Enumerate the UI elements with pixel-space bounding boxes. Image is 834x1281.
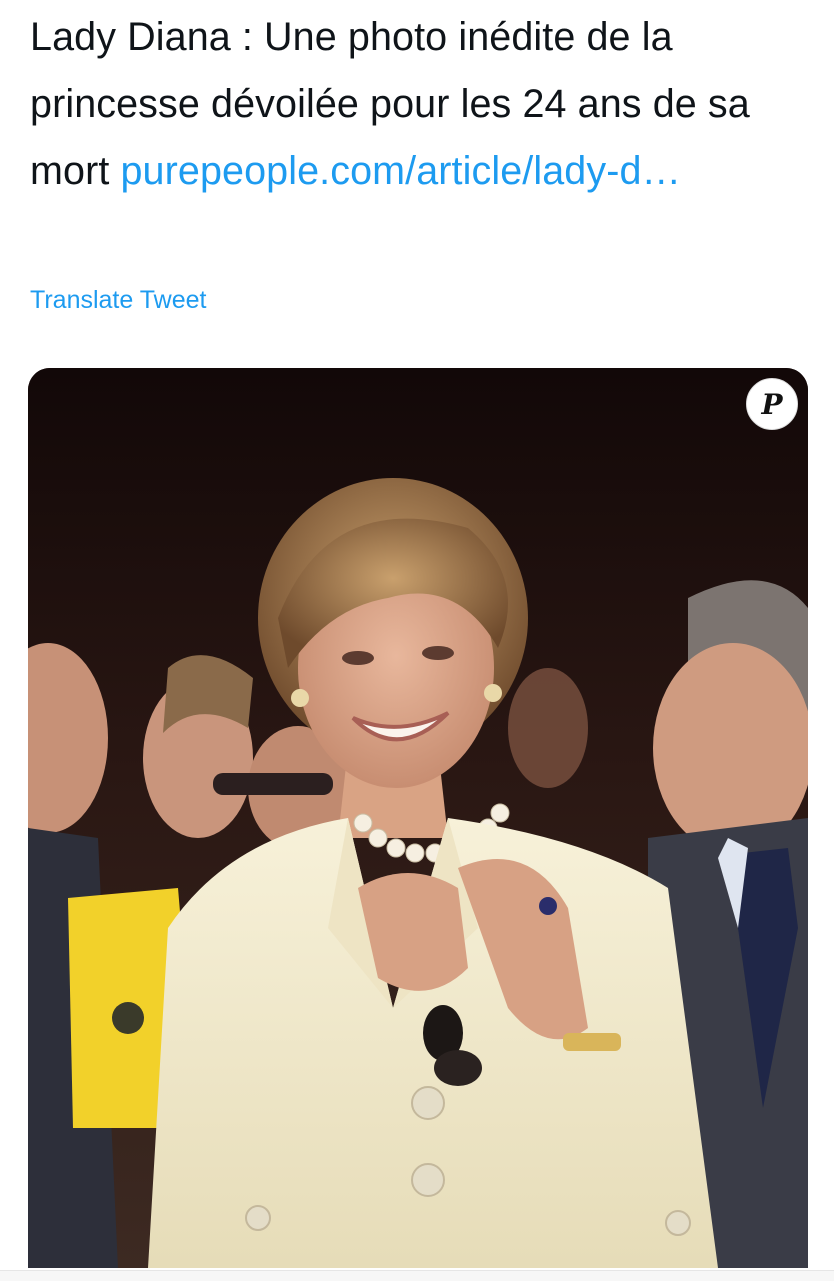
tweet-text: Lady Diana : Une photo inédite de la pri… [30,4,820,205]
translate-tweet-link[interactable]: Translate Tweet [30,286,206,315]
tweet-divider [0,1270,834,1281]
purepeople-logo-badge: P [746,378,798,430]
article-link[interactable]: purepeople.com/article/lady-d… [120,149,681,193]
tweet-photo[interactable]: P [28,368,808,1268]
photo-illustration [28,368,808,1268]
